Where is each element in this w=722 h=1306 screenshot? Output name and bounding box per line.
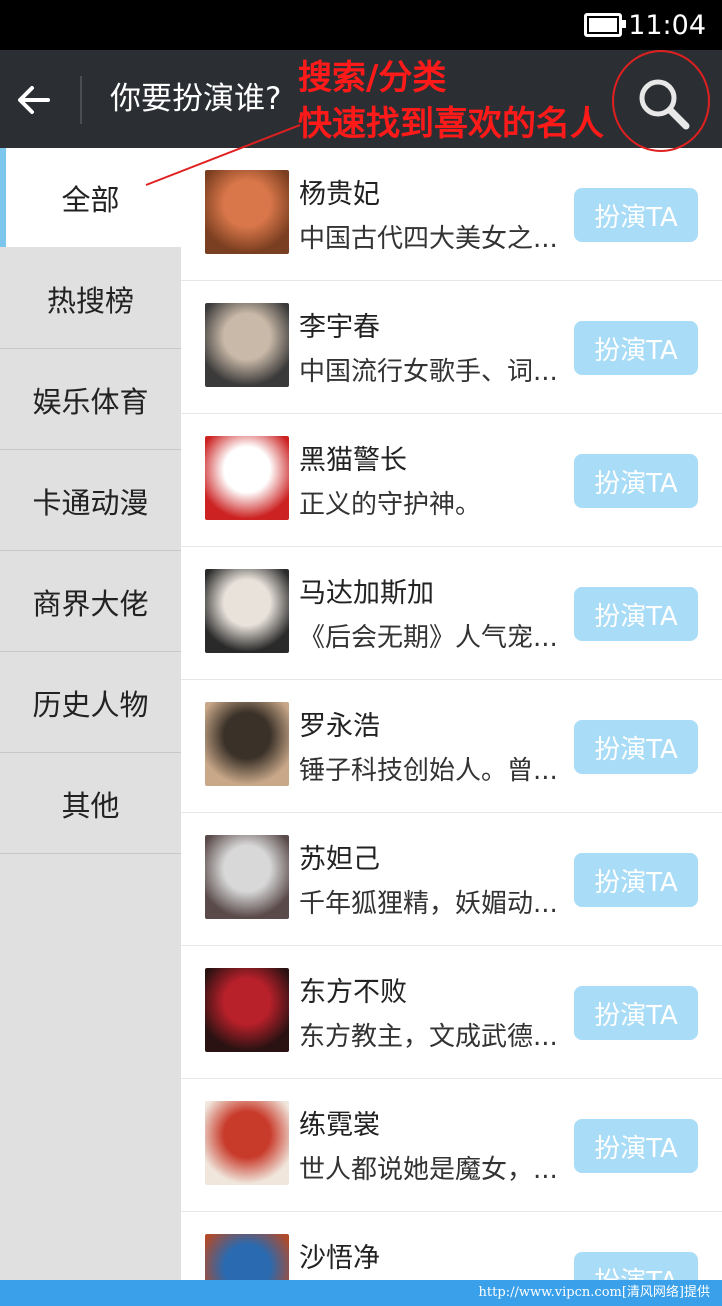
sidebar-item-label: 卡通动漫	[32, 485, 149, 520]
item-description: 《后会无期》人气宠...	[299, 623, 558, 653]
item-description: 东方教主，文成武德...	[299, 1022, 558, 1052]
sidebar-item-label: 其他	[61, 788, 120, 823]
item-description: 正义的守护神。	[299, 490, 482, 520]
play-role-button[interactable]: 扮演TA	[574, 720, 698, 774]
avatar	[205, 303, 289, 387]
list-item[interactable]: 马达加斯加《后会无期》人气宠... 扮演TA	[181, 547, 722, 680]
sidebar-item-label: 娱乐体育	[32, 384, 149, 419]
celebrity-list: 杨贵妃 中国古代四大美女之... 扮演TA 李宇春 中国流行女歌手、词... 扮演TA 黑猫…	[181, 148, 722, 1306]
sidebar-item-5[interactable]: 历史人物	[0, 653, 181, 753]
item-name: 黑猫警长	[299, 445, 407, 476]
item-name: 沙悟净	[299, 1243, 380, 1274]
sidebar-item-4[interactable]: 商界大佬	[0, 552, 181, 652]
avatar	[205, 835, 289, 919]
avatar	[205, 702, 289, 786]
item-name: 东方不败	[299, 977, 407, 1008]
watermark-footer: http://www.vipcn.com[清风网络]提供	[0, 1280, 722, 1306]
avatar	[205, 968, 289, 1052]
avatar	[205, 1101, 289, 1185]
play-role-button[interactable]: 扮演TA	[574, 986, 698, 1040]
item-description: 中国古代四大美女之...	[299, 224, 558, 254]
item-name: 苏妲己	[299, 844, 380, 875]
sidebar-item-label: 热搜榜	[46, 283, 134, 318]
play-role-button[interactable]: 扮演TA	[574, 587, 698, 641]
play-role-button[interactable]: 扮演TA	[574, 1119, 698, 1173]
list-item[interactable]: 李宇春中国流行女歌手、词... 扮演TA	[181, 281, 722, 414]
list-item[interactable]: 东方不败东方教主，文成武德... 扮演TA	[181, 946, 722, 1079]
list-item[interactable]: 黑猫警长正义的守护神。 扮演TA	[181, 414, 722, 547]
item-description: 世人都说她是魔女，...	[299, 1155, 558, 1185]
play-role-button[interactable]: 扮演TA	[574, 321, 698, 375]
list-item[interactable]: 罗永浩锤子科技创始人。曾... 扮演TA	[181, 680, 722, 813]
annotation-text-line1: 搜索/分类	[298, 58, 447, 98]
category-sidebar: 全部 热搜榜 娱乐体育 卡通动漫 商界大佬 历史人物 其他	[0, 148, 181, 1280]
item-description: 锤子科技创始人。曾...	[299, 756, 558, 786]
item-description: 中国流行女歌手、词...	[299, 357, 558, 387]
avatar	[205, 569, 289, 653]
list-item[interactable]: 苏妲己千年狐狸精，妖媚动... 扮演TA	[181, 813, 722, 946]
annotation-text-line2: 快速找到喜欢的名人	[298, 104, 604, 144]
avatar	[205, 436, 289, 520]
item-name: 李宇春	[299, 312, 380, 343]
sidebar-item-label: 商界大佬	[32, 586, 149, 621]
app-screen: 11:04 你要扮演谁? 全部 热搜榜 娱乐体育 卡通动漫 商界大佬 历史人物 其他 杨贵妃…	[0, 0, 722, 1306]
sidebar-item-6[interactable]: 其他	[0, 754, 181, 854]
item-description: 千年狐狸精，妖媚动...	[299, 889, 558, 919]
list-item[interactable]: 练霓裳世人都说她是魔女，... 扮演TA	[181, 1079, 722, 1212]
item-name: 罗永浩	[299, 711, 380, 742]
play-role-button[interactable]: 扮演TA	[574, 853, 698, 907]
sidebar-item-2[interactable]: 娱乐体育	[0, 350, 181, 450]
sidebar-item-1[interactable]: 热搜榜	[0, 249, 181, 349]
play-role-button[interactable]: 扮演TA	[574, 454, 698, 508]
item-name: 练霓裳	[299, 1110, 380, 1141]
sidebar-item-label: 历史人物	[32, 687, 149, 722]
item-name: 马达加斯加	[299, 578, 434, 609]
annotation-pointer-line	[145, 124, 301, 186]
sidebar-item-3[interactable]: 卡通动漫	[0, 451, 181, 551]
